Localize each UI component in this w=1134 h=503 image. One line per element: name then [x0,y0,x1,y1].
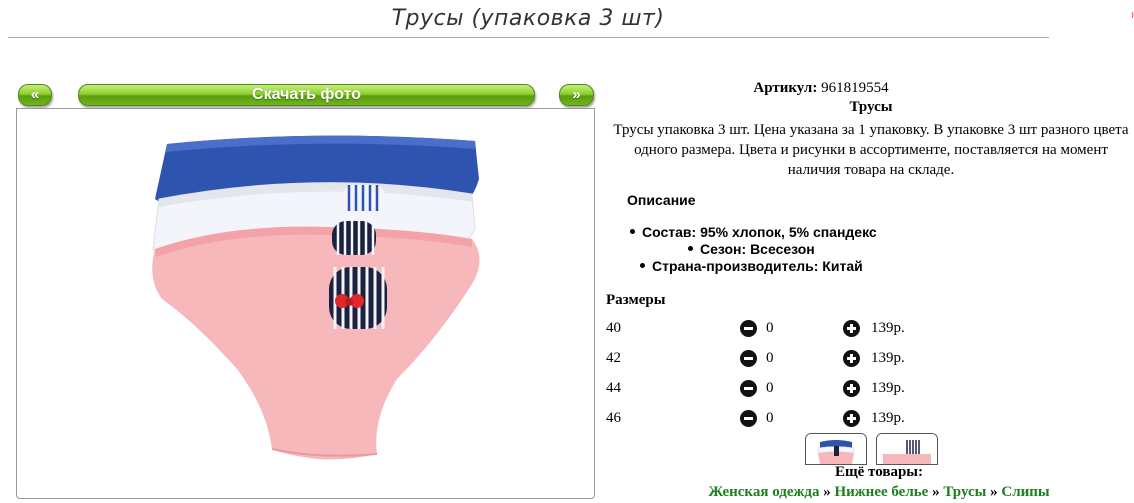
size-row: 44 0 139р. [606,378,1006,400]
product-name: Трусы [849,99,893,115]
breadcrumb-separator: » [990,484,998,500]
thumbnail-2[interactable] [876,433,938,465]
quantity-value: 0 [766,380,774,396]
price-value: 139р. [871,320,905,336]
increase-icon[interactable] [843,350,860,367]
size-label: 42 [606,350,621,366]
article-value: 961819554 [821,80,889,96]
download-photo-button[interactable]: Скачать фото [78,84,535,106]
title-divider [8,37,1049,38]
size-row: 46 0 139р. [606,408,1006,430]
price-value: 139р. [871,380,905,396]
thumbnail-1[interactable] [805,433,867,465]
thumbnail-image [806,434,866,464]
page-title: Трусы (упаковка 3 шт) [391,6,665,31]
decrease-icon[interactable] [740,380,757,397]
panties-image [152,135,480,460]
spec-item: Состав: 95% хлопок, 5% спандекс [630,224,877,240]
quantity-value: 0 [766,320,774,336]
size-row: 42 0 139р. [606,348,1006,370]
decrease-icon[interactable] [740,410,757,427]
increase-icon[interactable] [843,380,860,397]
product-description: Трусы упаковка 3 шт. Цена указана за 1 у… [613,122,1129,178]
article-line: Артикул: 961819554 [606,80,1036,97]
decrease-icon[interactable] [740,320,757,337]
breadcrumb: Женская одежда » Нижнее белье » Трусы » … [606,484,1134,501]
bullet-icon [688,245,693,251]
article-label: Артикул: [753,80,818,96]
decrease-icon[interactable] [740,350,757,367]
quantity-value: 0 [766,410,774,426]
increase-icon[interactable] [843,320,860,337]
product-photo[interactable] [16,108,595,499]
quantity-value: 0 [766,350,774,366]
breadcrumb-separator: » [932,484,940,500]
description-heading: Описание [627,192,696,208]
breadcrumb-link-underwear[interactable]: Нижнее белье [834,484,928,500]
price-value: 139р. [871,350,905,366]
size-row: 40 0 139р. [606,318,1006,340]
more-products-heading: Ещё товары: [834,464,924,480]
sizes-heading: Размеры [606,292,666,308]
next-photo-button[interactable]: » [559,84,594,106]
prev-photo-button[interactable]: « [18,84,52,106]
breadcrumb-link-briefs[interactable]: Слипы [1001,484,1049,500]
breadcrumb-link-women-clothing[interactable]: Женская одежда [708,484,819,500]
bullet-icon [630,228,635,234]
bullet-icon [640,262,645,268]
spec-item: Сезон: Всесезон [688,241,815,257]
breadcrumb-link-panties[interactable]: Трусы [943,484,986,500]
size-label: 44 [606,380,621,396]
price-value: 139р. [871,410,905,426]
size-label: 46 [606,410,621,426]
breadcrumb-separator: » [823,484,831,500]
increase-icon[interactable] [843,410,860,427]
spec-item: Страна-производитель: Китай [640,258,863,274]
thumbnail-image [877,434,937,464]
size-label: 40 [606,320,621,336]
